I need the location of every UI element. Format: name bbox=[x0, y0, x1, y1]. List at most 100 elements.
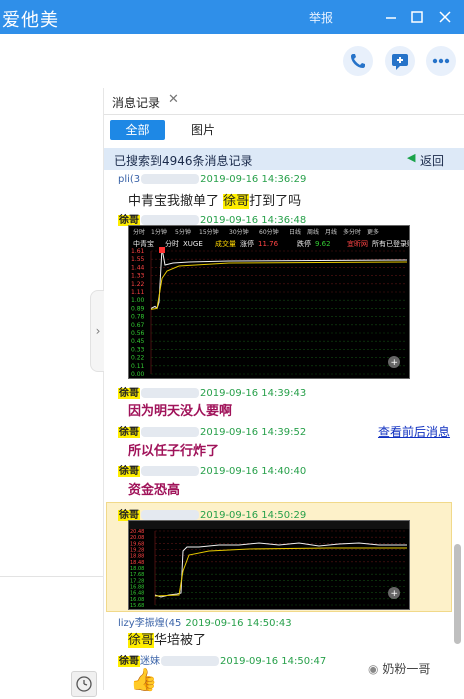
stock-chart-image-2[interactable]: 20.48 20.08 19.68 19.28 18.88 18.48 18.08 17.68… bbox=[128, 520, 410, 610]
tab-label: 消息记录 bbox=[112, 96, 161, 110]
message-header: 徐哥迷妹 2019-09-16 14:50:47 bbox=[118, 656, 327, 667]
message-text: 所以任子行炸了 bbox=[128, 444, 220, 459]
minimize-icon[interactable] bbox=[380, 6, 402, 28]
chevron-right-icon: › bbox=[95, 324, 101, 338]
chart2-y-label: 15.68 bbox=[130, 603, 144, 609]
message-time: 2019-09-16 14:40:40 bbox=[200, 466, 307, 477]
chart1-y-label: 0.33 bbox=[131, 346, 145, 353]
chart1-header-label: 11.76 bbox=[258, 240, 279, 248]
message-header: pli(3 2019-09-16 14:36:29 bbox=[118, 174, 306, 185]
tab-message-records[interactable]: 消息记录 ✕ bbox=[104, 88, 464, 115]
view-context-link[interactable]: 查看前后消息 bbox=[378, 423, 450, 440]
filter-all-button[interactable]: 全部 bbox=[110, 120, 165, 140]
blurred-name bbox=[141, 215, 199, 225]
blurred-name bbox=[141, 174, 200, 184]
sender-name[interactable]: 徐哥 bbox=[118, 427, 140, 438]
chart1-y-label: 0.00 bbox=[131, 371, 145, 378]
chart2-y-label: 16.08 bbox=[130, 597, 144, 603]
chart1-price-line bbox=[150, 248, 408, 310]
chart1-tab-label: 60分钟 bbox=[259, 228, 279, 236]
chart1-avg-line bbox=[150, 261, 408, 310]
input-divider bbox=[0, 576, 103, 577]
zoom-plus-glyph: + bbox=[391, 358, 399, 368]
collapse-handle[interactable]: › bbox=[90, 290, 105, 372]
message-time: 2019-09-16 14:36:29 bbox=[200, 174, 307, 185]
chart1-y-label: 0.45 bbox=[131, 338, 145, 345]
title-bar: 爱他美 举报 bbox=[0, 0, 464, 34]
chart1-y-label: 0.11 bbox=[131, 363, 145, 370]
chart1-y-label: 0.89 bbox=[131, 305, 145, 312]
chart1-y-label: 1.44 bbox=[131, 264, 145, 271]
chart1-y-label: 1.11 bbox=[131, 289, 145, 296]
scrollbar[interactable] bbox=[453, 170, 462, 690]
conversation-pane bbox=[0, 88, 104, 697]
more-icon[interactable] bbox=[426, 46, 456, 76]
sender-name[interactable]: pli(3 bbox=[118, 174, 140, 185]
chart1-tab-label: 1分钟 bbox=[151, 228, 167, 236]
chart2-y-label: 17.68 bbox=[130, 572, 144, 578]
message-text: 徐哥华培被了 bbox=[128, 633, 207, 648]
message-list[interactable]: pli(3 2019-09-16 14:36:29 中青宝我撤单了 徐哥打到了吗 … bbox=[104, 170, 452, 693]
search-result-banner: 已搜索到4946条消息记录 ◀ 返回 bbox=[104, 148, 464, 170]
chart1-header-label: XUGE bbox=[183, 240, 203, 248]
chart1-header-label: 成交量 bbox=[215, 239, 236, 248]
window-title: 爱他美 bbox=[2, 10, 59, 31]
chart1-y-label: 0.22 bbox=[131, 355, 145, 362]
watermark: ◉ 奶粉一哥 bbox=[368, 662, 431, 676]
chart1-header-label: 涨停 bbox=[240, 239, 254, 248]
stock-chart-image[interactable]: 分时 1分钟 5分钟 15分钟 30分钟 60分钟 日线 周线 月线 多分时 更多 中青宝 分时 XUGE… bbox=[128, 225, 421, 379]
tab-close-icon[interactable]: ✕ bbox=[168, 92, 179, 107]
message-header: 徐哥 2019-09-16 14:40:40 bbox=[118, 462, 306, 477]
chart2-y-label: 18.88 bbox=[130, 554, 144, 560]
message-text: 资金恐高 bbox=[128, 483, 181, 498]
message-header: 徐哥 2019-09-16 14:39:52 bbox=[118, 423, 306, 438]
sender-name[interactable]: 徐哥 bbox=[118, 388, 140, 399]
chart1-tab-label: 分时 bbox=[133, 228, 145, 236]
sender-name[interactable]: 徐哥 bbox=[118, 466, 140, 477]
chart2-y-label: 19.28 bbox=[130, 548, 144, 554]
chart1-tab-label: 多分时 bbox=[343, 228, 361, 236]
mention-name: 徐哥 bbox=[223, 194, 250, 209]
back-link[interactable]: 返回 bbox=[420, 152, 444, 169]
chart1-header-label: 所有已登录账户 bbox=[372, 239, 409, 248]
blurred-name bbox=[141, 388, 199, 398]
search-result-count: 已搜索到4946条消息记录 bbox=[114, 154, 253, 168]
chart1-tab-label: 月线 bbox=[325, 228, 337, 236]
history-clock-icon[interactable] bbox=[71, 671, 97, 697]
chart2-y-label: 16.88 bbox=[130, 585, 144, 591]
chart1-header-label: 宜昕网 bbox=[347, 239, 368, 248]
scrollbar-thumb[interactable] bbox=[454, 544, 461, 644]
wechat-icon: ◉ bbox=[368, 662, 379, 676]
chart1-header-label: 跌停 bbox=[297, 239, 311, 248]
chart1-tab-label: 30分钟 bbox=[229, 228, 249, 236]
message-add-icon[interactable] bbox=[385, 46, 415, 76]
chart2-y-label: 20.48 bbox=[130, 529, 144, 535]
chart2-y-label: 17.28 bbox=[130, 578, 144, 584]
report-link[interactable]: 举报 bbox=[309, 9, 333, 26]
chart2-toolbar bbox=[129, 521, 409, 529]
filter-image-button[interactable]: 图片 bbox=[178, 120, 228, 140]
mention-name: 徐哥 bbox=[128, 633, 155, 648]
chart1-y-label: 1.33 bbox=[131, 273, 145, 280]
back-arrow-icon[interactable]: ◀ bbox=[407, 151, 415, 164]
chart1-y-label: 1.55 bbox=[131, 256, 145, 263]
sender-name[interactable]: lizy李振煌(45 bbox=[118, 618, 181, 629]
chat-toolbar bbox=[0, 34, 464, 89]
close-icon[interactable] bbox=[434, 6, 456, 28]
chart1-svg: 分时 1分钟 5分钟 15分钟 30分钟 60分钟 日线 周线 月线 多分时 更多中青宝 分时 XUGE… bbox=[131, 228, 421, 378]
maximize-icon[interactable] bbox=[406, 6, 428, 28]
chart2-y-label: 19.68 bbox=[130, 541, 144, 547]
blurred-name bbox=[141, 510, 199, 520]
blurred-name bbox=[161, 656, 219, 666]
chart1-y-label: 1.00 bbox=[131, 297, 145, 304]
blurred-name bbox=[141, 466, 199, 476]
chart1-header-label: 9.62 bbox=[315, 240, 331, 248]
sender-name[interactable]: 徐哥 bbox=[118, 656, 140, 667]
phone-icon[interactable] bbox=[343, 46, 373, 76]
chart2-avg-line bbox=[154, 547, 407, 597]
chart1-y-label: 1.61 bbox=[131, 248, 145, 255]
message-text: 中青宝我撤单了 徐哥打到了吗 bbox=[128, 194, 302, 209]
chart1-y-label: 0.78 bbox=[131, 314, 145, 321]
message-time: 2019-09-16 14:39:43 bbox=[200, 388, 307, 399]
message-history-panel: 消息记录 ✕ 全部 图片 已搜索到4946条消息记录 ◀ 返回 pli(3 201… bbox=[104, 88, 464, 693]
